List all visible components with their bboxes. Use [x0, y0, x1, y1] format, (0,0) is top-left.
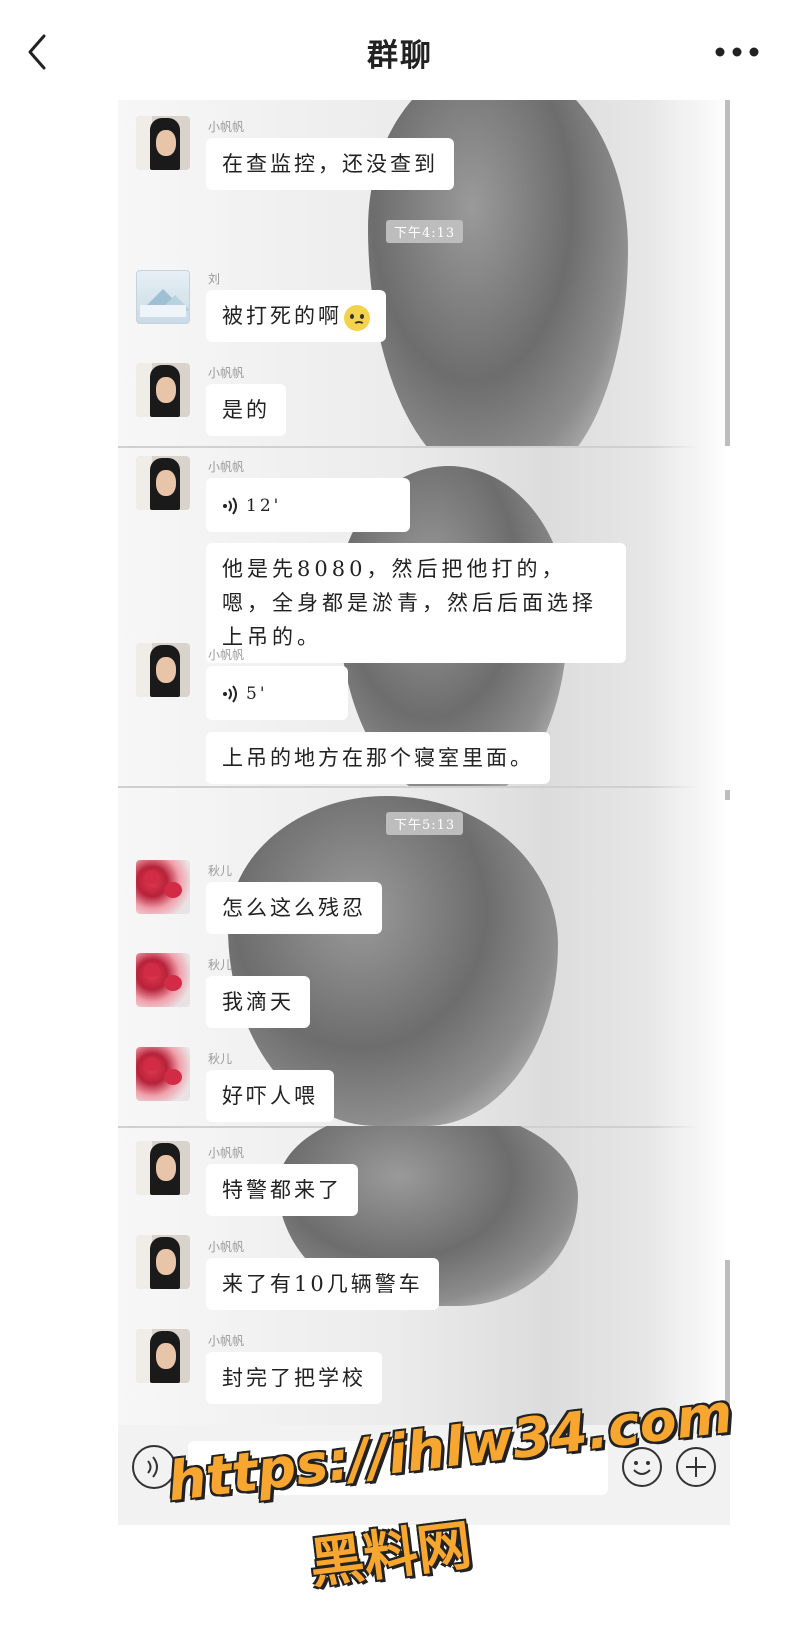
more-button[interactable]: [714, 44, 760, 58]
avatar[interactable]: [136, 1329, 190, 1383]
message-bubble[interactable]: 他是先8080，然后把他打的，嗯，全身都是淤青，然后后面选择上吊的。: [206, 543, 626, 663]
timestamp: 下午4:13: [386, 220, 464, 243]
page-title: 群聊: [367, 38, 433, 74]
message-bubble[interactable]: 好吓人喂: [206, 1070, 334, 1122]
avatar[interactable]: [136, 643, 190, 697]
more-horizontal-icon: [715, 47, 759, 57]
sender-name: 小帆帆: [208, 460, 245, 474]
top-nav-bar: 群聊: [0, 0, 800, 100]
sender-name: 小帆帆: [208, 366, 245, 380]
voice-message[interactable]: 12': [206, 478, 410, 532]
avatar[interactable]: [136, 363, 190, 417]
message-input[interactable]: [188, 1441, 608, 1495]
message-bubble[interactable]: 在查监控，还没查到: [206, 138, 454, 190]
more-functions-button[interactable]: [676, 1447, 716, 1487]
message-bubble[interactable]: 怎么这么残忍: [206, 882, 382, 934]
sender-name: 小帆帆: [208, 120, 245, 134]
scrollbar[interactable]: [725, 790, 730, 800]
smiley-icon: [633, 1461, 651, 1475]
voice-wave-icon: [223, 684, 237, 703]
voice-duration: 5': [246, 684, 268, 704]
avatar[interactable]: [136, 1235, 190, 1289]
sender-name: 秋儿: [208, 958, 233, 972]
message-text: 被打死的啊: [222, 304, 342, 328]
scrollbar[interactable]: [725, 1260, 730, 1425]
avatar[interactable]: [136, 270, 190, 324]
message-bubble[interactable]: 被打死的啊: [206, 290, 386, 342]
pleading-face-emoji: [344, 304, 370, 331]
voice-input-button[interactable]: [132, 1445, 176, 1489]
sender-name: 小帆帆: [208, 1146, 245, 1160]
message-bubble[interactable]: 我滴天: [206, 976, 310, 1028]
sender-name: 刘: [208, 272, 221, 286]
scrollbar[interactable]: [725, 100, 730, 446]
voice-duration: 12': [246, 496, 282, 516]
sender-name: 小帆帆: [208, 1334, 245, 1348]
avatar[interactable]: [136, 1141, 190, 1195]
emoji-button[interactable]: [622, 1447, 662, 1487]
chat-input-bar: [118, 1425, 730, 1525]
avatar[interactable]: [136, 860, 190, 914]
plus-icon: [686, 1457, 706, 1477]
sender-name: 秋儿: [208, 1052, 233, 1066]
voice-message[interactable]: 5': [206, 666, 348, 720]
avatar[interactable]: [136, 116, 190, 170]
sender-name: 小帆帆: [208, 1240, 245, 1254]
voice-icon: [147, 1456, 158, 1478]
voice-wave-icon: [223, 496, 237, 515]
message-bubble[interactable]: 封完了把学校: [206, 1352, 382, 1404]
sender-name: 小帆帆: [208, 648, 245, 662]
avatar[interactable]: [136, 456, 190, 510]
message-bubble[interactable]: 是的: [206, 384, 286, 436]
message-bubble[interactable]: 来了有10几辆警车: [206, 1258, 439, 1310]
timestamp: 下午5:13: [386, 812, 464, 835]
chat-screenshot: 小帆帆 在查监控，还没查到 下午4:13 刘 被打死的啊 小帆帆 是的 小帆帆 …: [118, 100, 730, 1425]
sender-name: 秋儿: [208, 864, 233, 878]
avatar[interactable]: [136, 1047, 190, 1101]
avatar[interactable]: [136, 953, 190, 1007]
message-bubble[interactable]: 上吊的地方在那个寝室里面。: [206, 732, 550, 784]
message-bubble[interactable]: 特警都来了: [206, 1164, 358, 1216]
